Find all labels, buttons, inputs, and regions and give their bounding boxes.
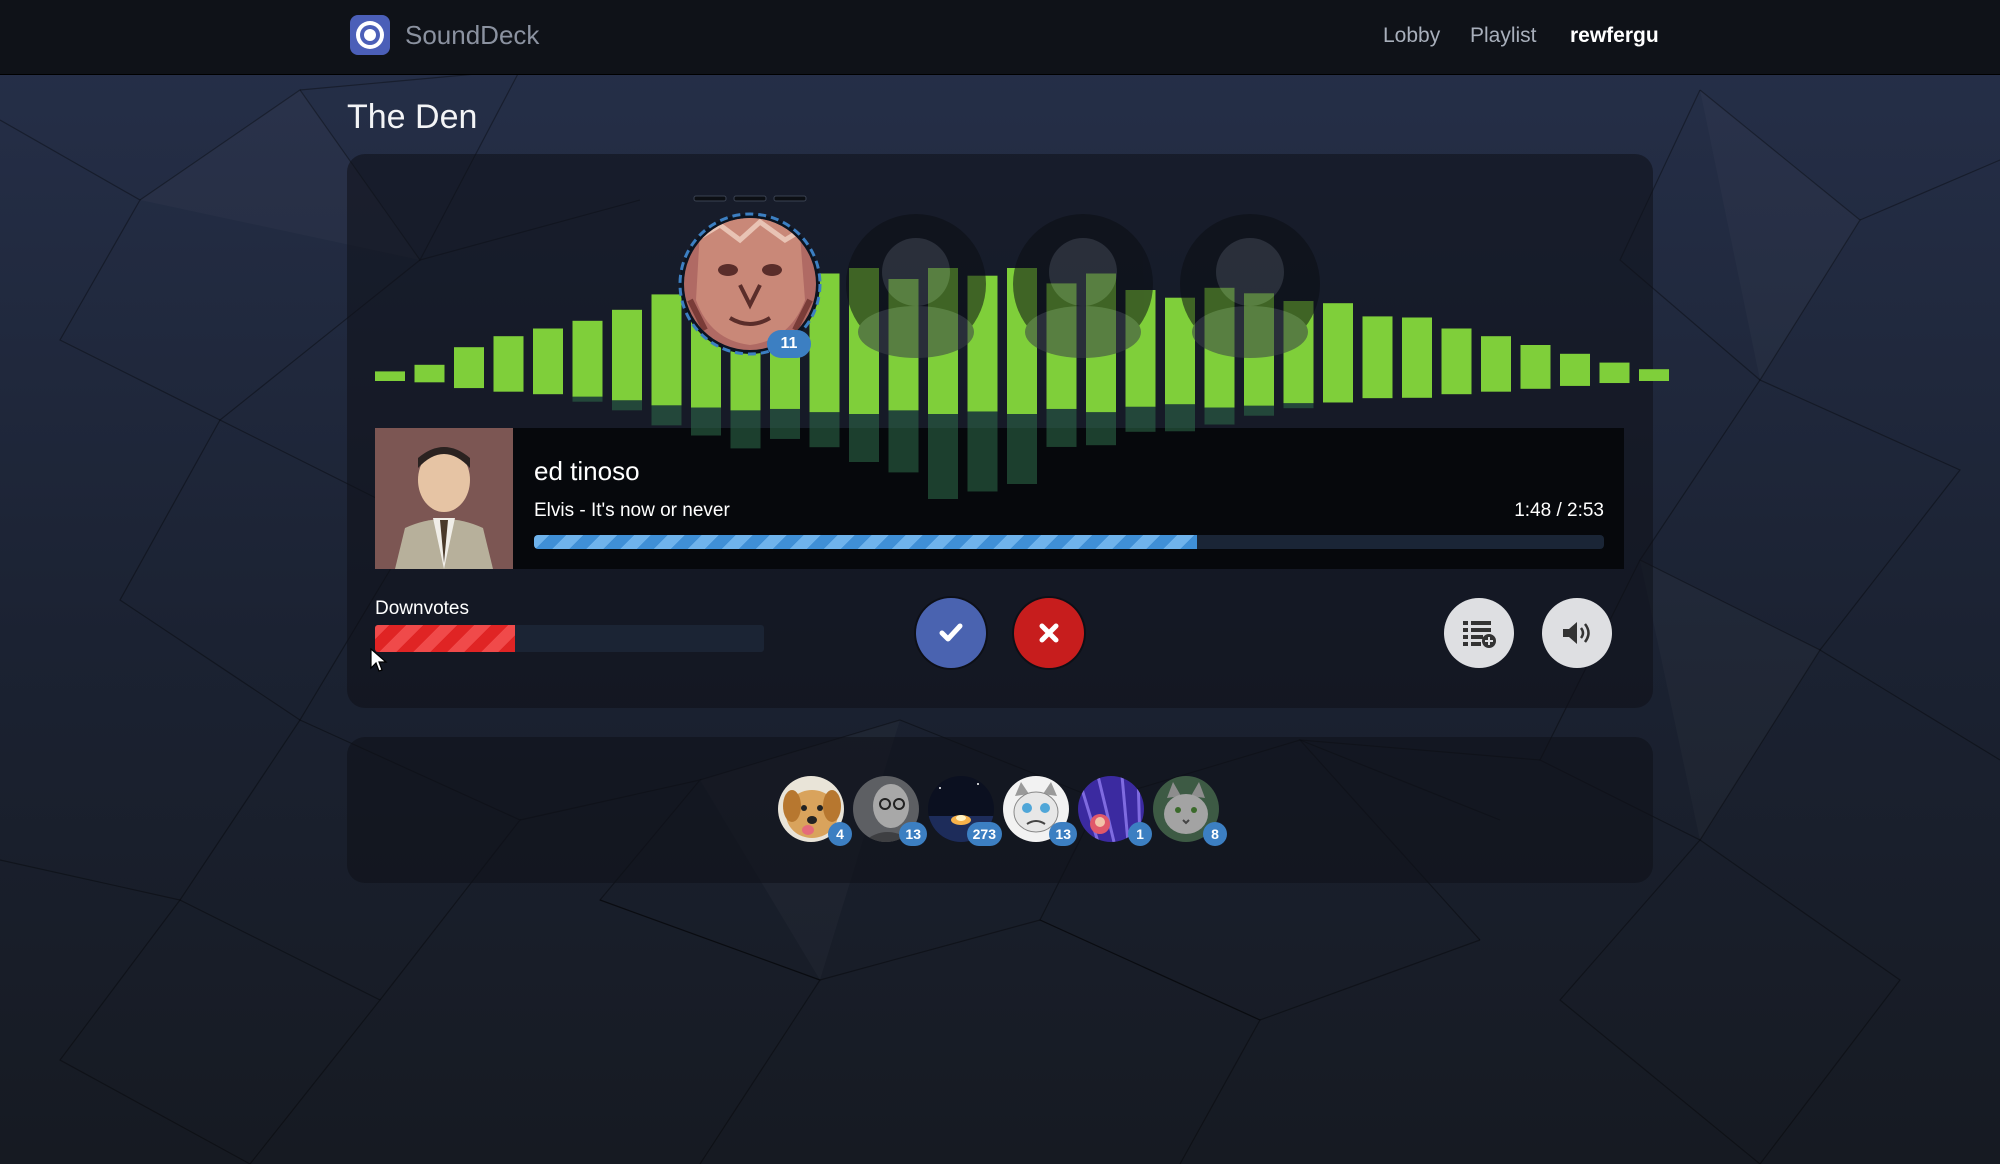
mouse-cursor-icon (370, 648, 388, 672)
current-dj-photo (375, 428, 513, 569)
listeners-panel (347, 737, 1653, 883)
song-progress-fill (534, 535, 1198, 549)
nav-playlist[interactable]: Playlist (1470, 24, 1537, 48)
song-progress-bar (534, 535, 1604, 549)
listener-avatar[interactable]: 273 (928, 776, 1002, 846)
downvotes-fill (375, 625, 516, 652)
close-icon (1039, 623, 1059, 643)
downvotes-label: Downvotes (375, 598, 469, 619)
add-to-playlist-button[interactable] (1444, 598, 1514, 668)
room-title: The Den (347, 98, 478, 136)
downvotes-bar (375, 625, 764, 652)
dj-play-count-badge: 11 (767, 330, 811, 358)
listener-avatar[interactable]: 1 (1078, 776, 1152, 846)
top-navbar: SoundDeck Lobby Playlist rewfergu (0, 0, 2000, 75)
listener-count-badge: 273 (966, 822, 1002, 846)
listener-count-badge: 8 (1203, 822, 1227, 846)
volume-icon (1563, 622, 1590, 644)
listener-avatar[interactable]: 13 (1003, 776, 1077, 846)
sounddeck-logo-icon[interactable] (349, 14, 391, 56)
listener-avatar[interactable]: 8 (1153, 776, 1227, 846)
check-icon (939, 623, 963, 642)
playlist-add-icon (1463, 621, 1496, 648)
current-dj-name[interactable]: ed tinoso (534, 456, 640, 487)
upvote-button[interactable] (916, 598, 986, 668)
listener-count-badge: 13 (899, 822, 927, 846)
brand-name[interactable]: SoundDeck (405, 20, 539, 51)
listener-avatar[interactable]: 4 (778, 776, 852, 846)
current-song-title: Elvis - It's now or never (534, 500, 730, 521)
song-time: 1:48 / 2:53 (1514, 500, 1604, 521)
listener-avatar[interactable]: 13 (853, 776, 927, 846)
nav-user-menu[interactable]: rewfergu (1570, 24, 1659, 48)
volume-button[interactable] (1542, 598, 1612, 668)
downvote-button[interactable] (1014, 598, 1084, 668)
listener-count-badge: 13 (1049, 822, 1077, 846)
nav-lobby[interactable]: Lobby (1383, 24, 1440, 48)
listener-count-badge: 4 (828, 822, 852, 846)
listener-count-badge: 1 (1128, 822, 1152, 846)
